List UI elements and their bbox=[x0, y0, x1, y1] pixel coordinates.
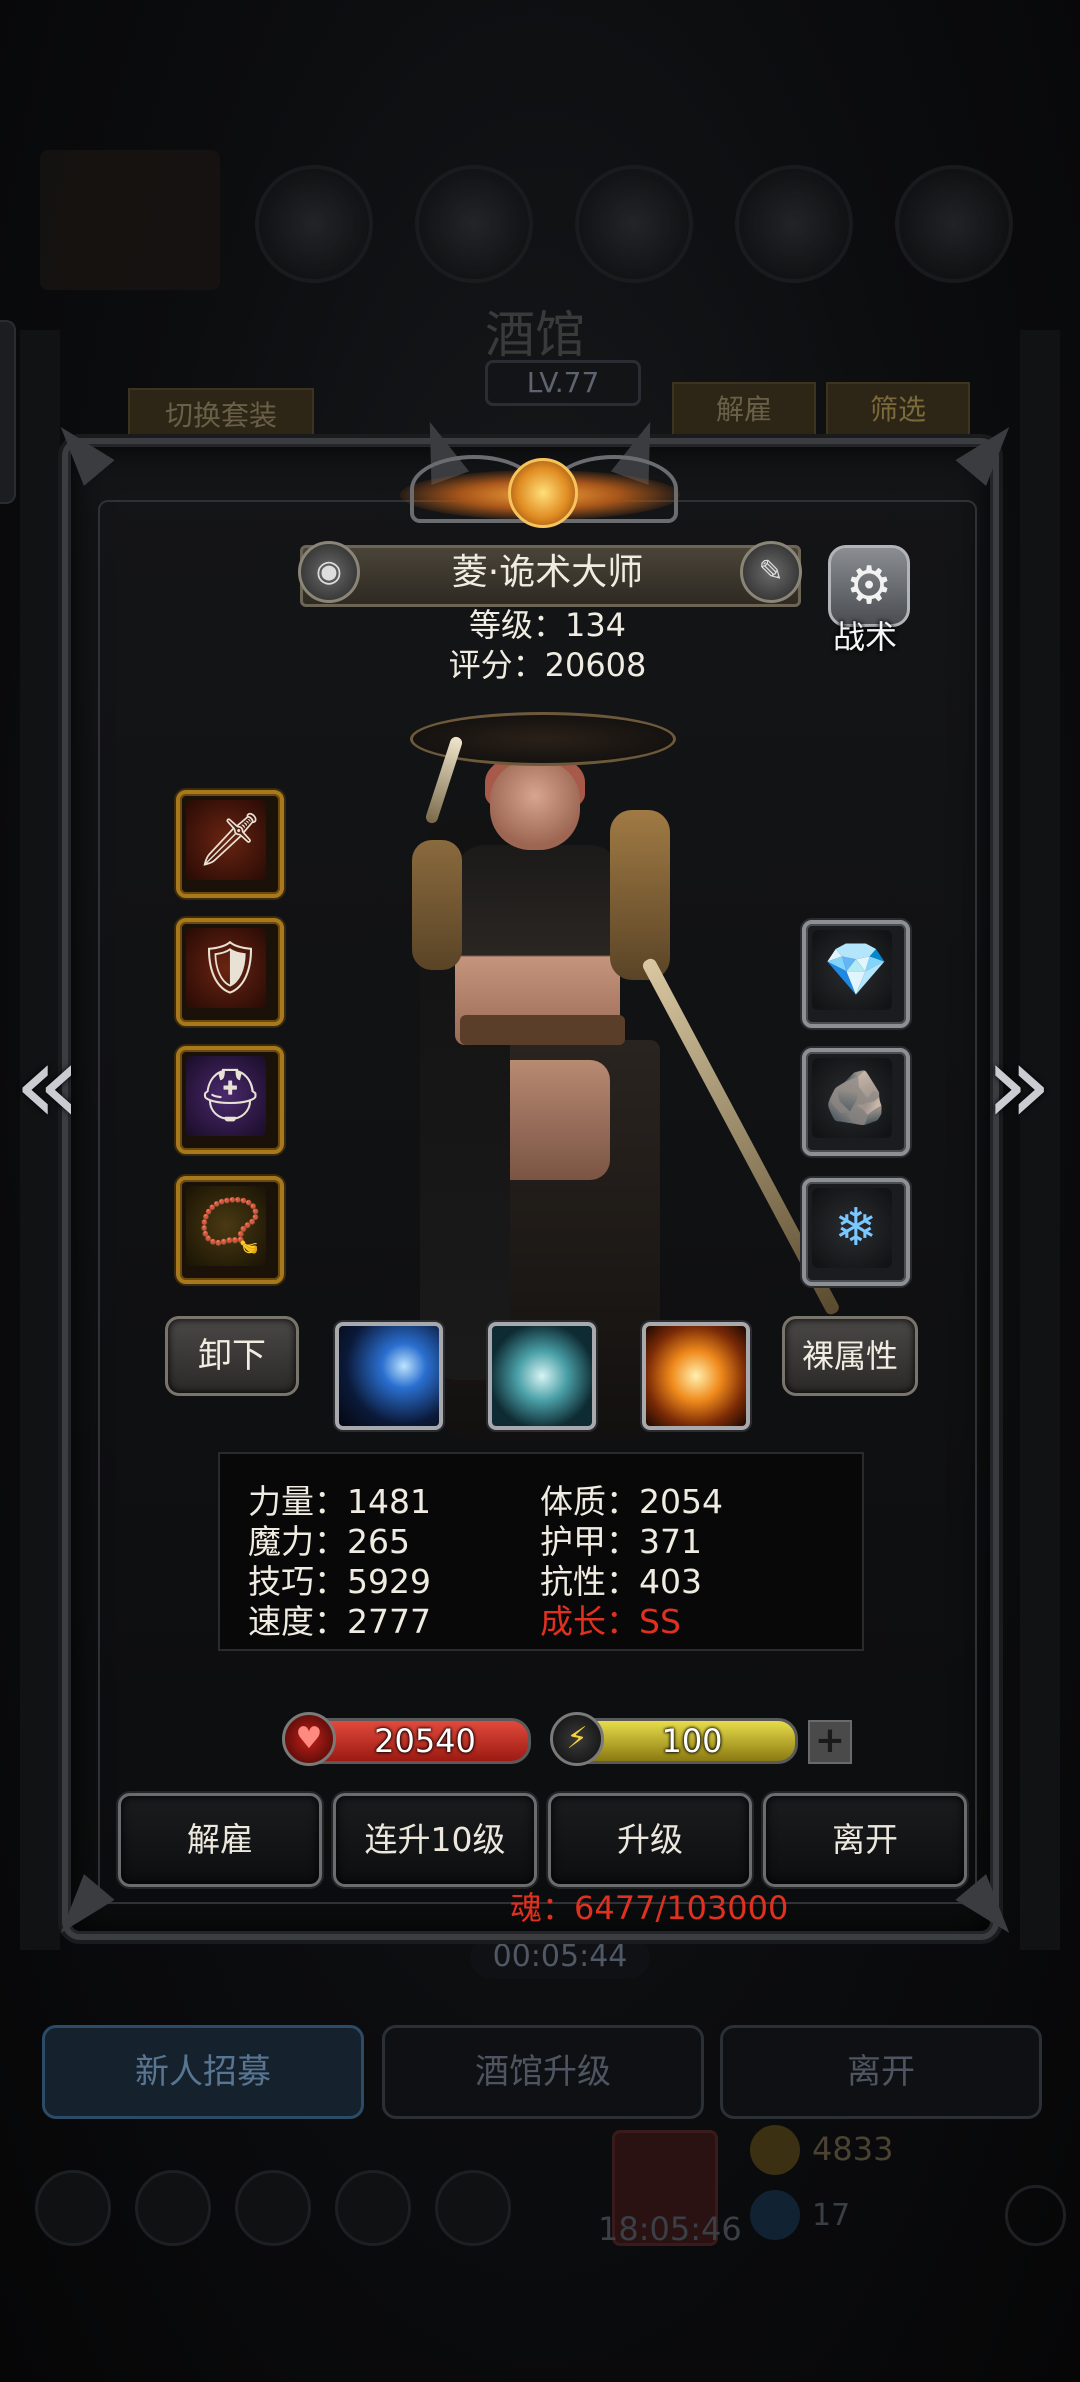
bg-level-badge: LV.77 bbox=[485, 360, 641, 406]
skill-fire-burst-icon[interactable] bbox=[642, 1322, 750, 1430]
energy-value: 100 bbox=[661, 1722, 723, 1760]
bg-dismiss-button[interactable]: 解雇 bbox=[672, 382, 816, 438]
bg-hero-icon bbox=[415, 165, 533, 283]
stat-speed: 速度：2777 bbox=[248, 1602, 431, 1641]
leave-button[interactable]: 离开 bbox=[763, 1793, 967, 1887]
bg-filter-button[interactable]: 筛选 bbox=[826, 382, 970, 438]
gold-amount: 4833 bbox=[812, 2130, 894, 2168]
hero-head bbox=[490, 760, 580, 850]
bg-hero-icon bbox=[575, 165, 693, 283]
heart-icon: ♥ bbox=[282, 1712, 336, 1766]
gold-coin-icon bbox=[750, 2125, 800, 2175]
tab-leave[interactable]: 离开 bbox=[720, 2025, 1042, 2119]
bg-menu-icon[interactable] bbox=[135, 2170, 211, 2246]
armor-slot[interactable]: 🛡 bbox=[176, 918, 284, 1026]
skill-light-beam-icon[interactable] bbox=[335, 1322, 443, 1430]
crystal-slot[interactable]: 💎 bbox=[802, 920, 910, 1028]
bg-hero-icon bbox=[895, 165, 1013, 283]
blade-icon: 🗡 bbox=[196, 810, 263, 870]
blue-spirit-icon: ❄ bbox=[834, 1198, 878, 1258]
bg-menu-icon[interactable] bbox=[35, 2170, 111, 2246]
skill-whirlwind-icon[interactable] bbox=[488, 1322, 596, 1430]
hp-value: 20540 bbox=[374, 1722, 476, 1760]
unequip-button[interactable]: 卸下 bbox=[165, 1316, 299, 1396]
hero-arm-left bbox=[412, 840, 462, 970]
soul-counter: 魂：6477/103000 bbox=[510, 1889, 789, 1927]
bg-hero-icon bbox=[735, 165, 853, 283]
base-stats-button[interactable]: 裸属性 bbox=[782, 1316, 918, 1396]
hero-name: 菱·诡术大师 bbox=[451, 552, 644, 593]
necklace-icon: 📿 bbox=[197, 1196, 263, 1256]
bg-clock: 18:05:46 bbox=[598, 2210, 742, 2248]
rank-emblem-icon bbox=[508, 458, 578, 528]
tab-tavern-upgrade[interactable]: 酒馆升级 bbox=[382, 2025, 704, 2119]
switch-outfit-button[interactable]: 切换套装 bbox=[128, 388, 314, 444]
level-up-button[interactable]: 升级 bbox=[548, 1793, 752, 1887]
helmet-slot[interactable]: ⛑ bbox=[176, 1046, 284, 1154]
stat-growth: 成长：SS bbox=[540, 1602, 681, 1641]
helmet-icon: ⛑ bbox=[196, 1066, 263, 1126]
gem-amount: 17 bbox=[812, 2198, 851, 2233]
lightning-icon: ⚡ bbox=[550, 1712, 604, 1766]
level-up-10-button[interactable]: 连升10级 bbox=[333, 1793, 537, 1887]
bg-title: 酒馆 bbox=[485, 306, 585, 364]
side-tab[interactable] bbox=[0, 320, 16, 504]
teal-stone-icon: 🪨 bbox=[823, 1068, 889, 1128]
bg-hero-icon bbox=[255, 165, 373, 283]
tactic-label[interactable]: 战术 bbox=[812, 612, 918, 658]
hero-belt bbox=[460, 1015, 625, 1045]
bg-portrait bbox=[40, 150, 220, 290]
hero-arm-right bbox=[610, 810, 670, 980]
green-crystal-icon: 💎 bbox=[823, 940, 889, 1000]
hero-score: 评分：20608 bbox=[448, 646, 647, 684]
dismiss-button[interactable]: 解雇 bbox=[118, 1793, 322, 1887]
weapon-slot[interactable]: 🗡 bbox=[176, 790, 284, 898]
stone-slot[interactable]: 🪨 bbox=[802, 1048, 910, 1156]
armor-icon: 🛡 bbox=[196, 938, 263, 998]
bg-timer: 00:05:44 bbox=[470, 1935, 650, 1979]
bg-menu-icon[interactable] bbox=[235, 2170, 311, 2246]
necklace-slot[interactable]: 📿 bbox=[176, 1176, 284, 1284]
gem-icon bbox=[750, 2190, 800, 2240]
next-hero-arrow-icon[interactable]: » bbox=[985, 1020, 1052, 1148]
bg-menu-icon[interactable] bbox=[335, 2170, 411, 2246]
tab-new-recruit[interactable]: 新人招募 bbox=[42, 2025, 364, 2119]
bg-menu-icon[interactable] bbox=[435, 2170, 511, 2246]
bg-add-icon[interactable] bbox=[1005, 2185, 1066, 2246]
spirit-slot[interactable]: ❄ bbox=[802, 1178, 910, 1286]
add-energy-button[interactable]: + bbox=[808, 1720, 852, 1764]
prev-hero-arrow-icon[interactable]: « bbox=[14, 1020, 81, 1148]
